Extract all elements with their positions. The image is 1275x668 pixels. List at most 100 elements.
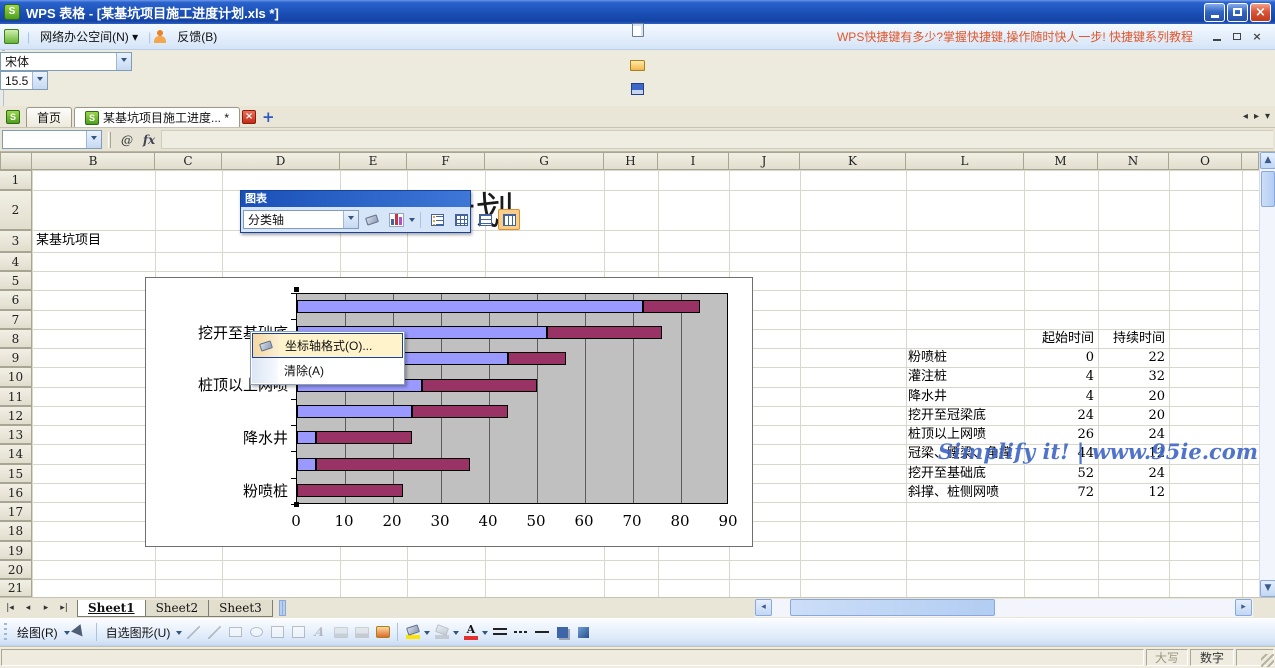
line-color-dropdown[interactable] <box>453 631 459 638</box>
row-header-21[interactable]: 21 <box>0 579 32 597</box>
axis-selection-handle[interactable] <box>294 287 299 292</box>
value-axis-label[interactable]: 90 <box>704 512 752 530</box>
row-header-3[interactable]: 3 <box>0 230 32 252</box>
bar-duration-segment[interactable] <box>643 300 701 313</box>
tab-scroll-left[interactable]: ◂ <box>1240 110 1251 124</box>
row-header-14[interactable]: 14 <box>0 444 32 464</box>
scroll-left-button[interactable]: ◂ <box>755 599 772 616</box>
row-header-9[interactable]: 9 <box>0 348 32 367</box>
shadow-style-button[interactable] <box>553 623 572 642</box>
value-axis-label[interactable]: 70 <box>608 512 656 530</box>
value-axis-label[interactable]: 50 <box>512 512 560 530</box>
column-header-M[interactable]: M <box>1024 152 1098 170</box>
new-document-button[interactable] <box>0 18 1275 42</box>
scroll-up-button[interactable]: ▲ <box>1260 152 1275 169</box>
last-sheet-button[interactable]: ▸| <box>56 600 72 616</box>
text-box-button[interactable] <box>268 623 287 642</box>
draw-menu-button[interactable]: 绘图(R) <box>13 622 62 643</box>
insert-clipart-button[interactable] <box>352 623 371 642</box>
column-header-K[interactable]: K <box>800 152 906 170</box>
line-style-button[interactable] <box>490 623 509 642</box>
arrow-style-button[interactable] <box>532 623 551 642</box>
bar-duration-segment[interactable] <box>316 458 470 471</box>
shape-fill-dropdown[interactable] <box>424 631 430 638</box>
row-header-6[interactable]: 6 <box>0 290 32 310</box>
row-header-5[interactable]: 5 <box>0 271 32 290</box>
value-axis-label[interactable]: 80 <box>656 512 704 530</box>
resize-grip[interactable] <box>1261 654 1274 667</box>
column-header-E[interactable]: E <box>340 152 407 170</box>
autoshapes-menu-button[interactable]: 自选图形(U) <box>102 622 175 643</box>
column-header-O[interactable]: O <box>1169 152 1242 170</box>
row-header-1[interactable]: 1 <box>0 170 32 190</box>
sheet-grid[interactable]: BCDEFGHIJKLMNO 1234567891011121314151617… <box>0 152 1259 597</box>
name-box[interactable] <box>2 130 102 149</box>
shape-font-color-dropdown[interactable] <box>482 631 488 638</box>
tab-home[interactable]: 首页 <box>26 107 72 127</box>
format-selected-button[interactable] <box>361 209 383 230</box>
vertical-scroll-thumb[interactable] <box>1261 171 1275 207</box>
tab-scroll-right[interactable]: ▸ <box>1251 110 1262 124</box>
category-axis-label[interactable]: 降水井 <box>146 428 288 448</box>
value-axis-label[interactable]: 10 <box>320 512 368 530</box>
vertical-scrollbar[interactable]: ▲ ▼ <box>1259 152 1275 597</box>
value-axis-label[interactable]: 0 <box>272 512 320 530</box>
by-row-button[interactable] <box>474 209 496 230</box>
row-header-13[interactable]: 13 <box>0 425 32 444</box>
horizontal-scroll-thumb[interactable] <box>790 599 995 616</box>
tab-document[interactable]: S 某基坑项目施工进度... * <box>74 107 240 127</box>
value-axis-label[interactable]: 40 <box>464 512 512 530</box>
formula-input[interactable] <box>161 130 1273 149</box>
chart-toolbar-title[interactable]: 图表 <box>241 191 470 207</box>
scroll-right-button[interactable]: ▸ <box>1235 599 1252 616</box>
horizontal-scrollbar[interactable]: ◂ ▸ <box>755 599 1253 617</box>
chart-object-selector[interactable]: 分类轴 <box>243 210 359 229</box>
oval-button[interactable] <box>247 623 266 642</box>
start-page-icon[interactable]: S <box>6 110 20 124</box>
value-axis-label[interactable]: 20 <box>368 512 416 530</box>
bar-duration-segment[interactable] <box>422 379 537 392</box>
shape-font-color-button[interactable]: A <box>461 623 480 642</box>
save-button[interactable] <box>0 77 1275 101</box>
bar-duration-segment[interactable] <box>508 352 566 365</box>
column-header-H[interactable]: H <box>604 152 658 170</box>
column-header-F[interactable]: F <box>407 152 485 170</box>
row-header-19[interactable]: 19 <box>0 541 32 560</box>
line-button[interactable] <box>184 623 203 642</box>
bar-start-segment[interactable] <box>297 431 316 444</box>
row-header-2[interactable]: 2 <box>0 190 32 230</box>
prev-sheet-button[interactable]: ◂ <box>20 600 36 616</box>
row-header-16[interactable]: 16 <box>0 483 32 502</box>
category-axis-label[interactable]: 粉喷桩 <box>146 481 288 501</box>
next-sheet-button[interactable]: ▸ <box>38 600 54 616</box>
select-objects-button[interactable] <box>72 623 91 642</box>
by-column-button[interactable] <box>498 209 520 230</box>
row-header-15[interactable]: 15 <box>0 464 32 483</box>
bar-start-segment[interactable] <box>297 405 412 418</box>
line-color-button[interactable] <box>432 623 451 642</box>
chart-type-button[interactable] <box>385 209 407 230</box>
bar-duration-segment[interactable] <box>297 484 403 497</box>
data-table-button[interactable] <box>450 209 472 230</box>
insert-function-fx-button[interactable]: fx <box>139 131 159 149</box>
wordart-button[interactable]: A <box>310 623 329 642</box>
row-header-17[interactable]: 17 <box>0 502 32 521</box>
sheet-tab-Sheet1[interactable]: Sheet1 <box>77 600 146 617</box>
column-header-G[interactable]: G <box>485 152 604 170</box>
column-header-N[interactable]: N <box>1098 152 1169 170</box>
value-axis-label[interactable]: 60 <box>560 512 608 530</box>
autoshapes-dropdown[interactable] <box>176 631 182 638</box>
legend-toggle-button[interactable] <box>426 209 448 230</box>
bar-start-segment[interactable] <box>297 458 316 471</box>
arrow-button[interactable] <box>205 623 224 642</box>
first-sheet-button[interactable]: |◂ <box>2 600 18 616</box>
vertical-text-box-button[interactable] <box>289 623 308 642</box>
toolbar-grip[interactable] <box>4 623 7 641</box>
row-header-11[interactable]: 11 <box>0 387 32 406</box>
tab-list-dropdown[interactable]: ▾ <box>1262 110 1273 124</box>
row-header-8[interactable]: 8 <box>0 329 32 348</box>
bar-duration-segment[interactable] <box>412 405 508 418</box>
column-header-J[interactable]: J <box>729 152 800 170</box>
new-document-tab-button[interactable]: + <box>258 110 279 125</box>
gantt-chart-object[interactable]: 挖开至基础底桩顶以上网喷降水井粉喷桩0102030405060708090 <box>145 277 753 547</box>
